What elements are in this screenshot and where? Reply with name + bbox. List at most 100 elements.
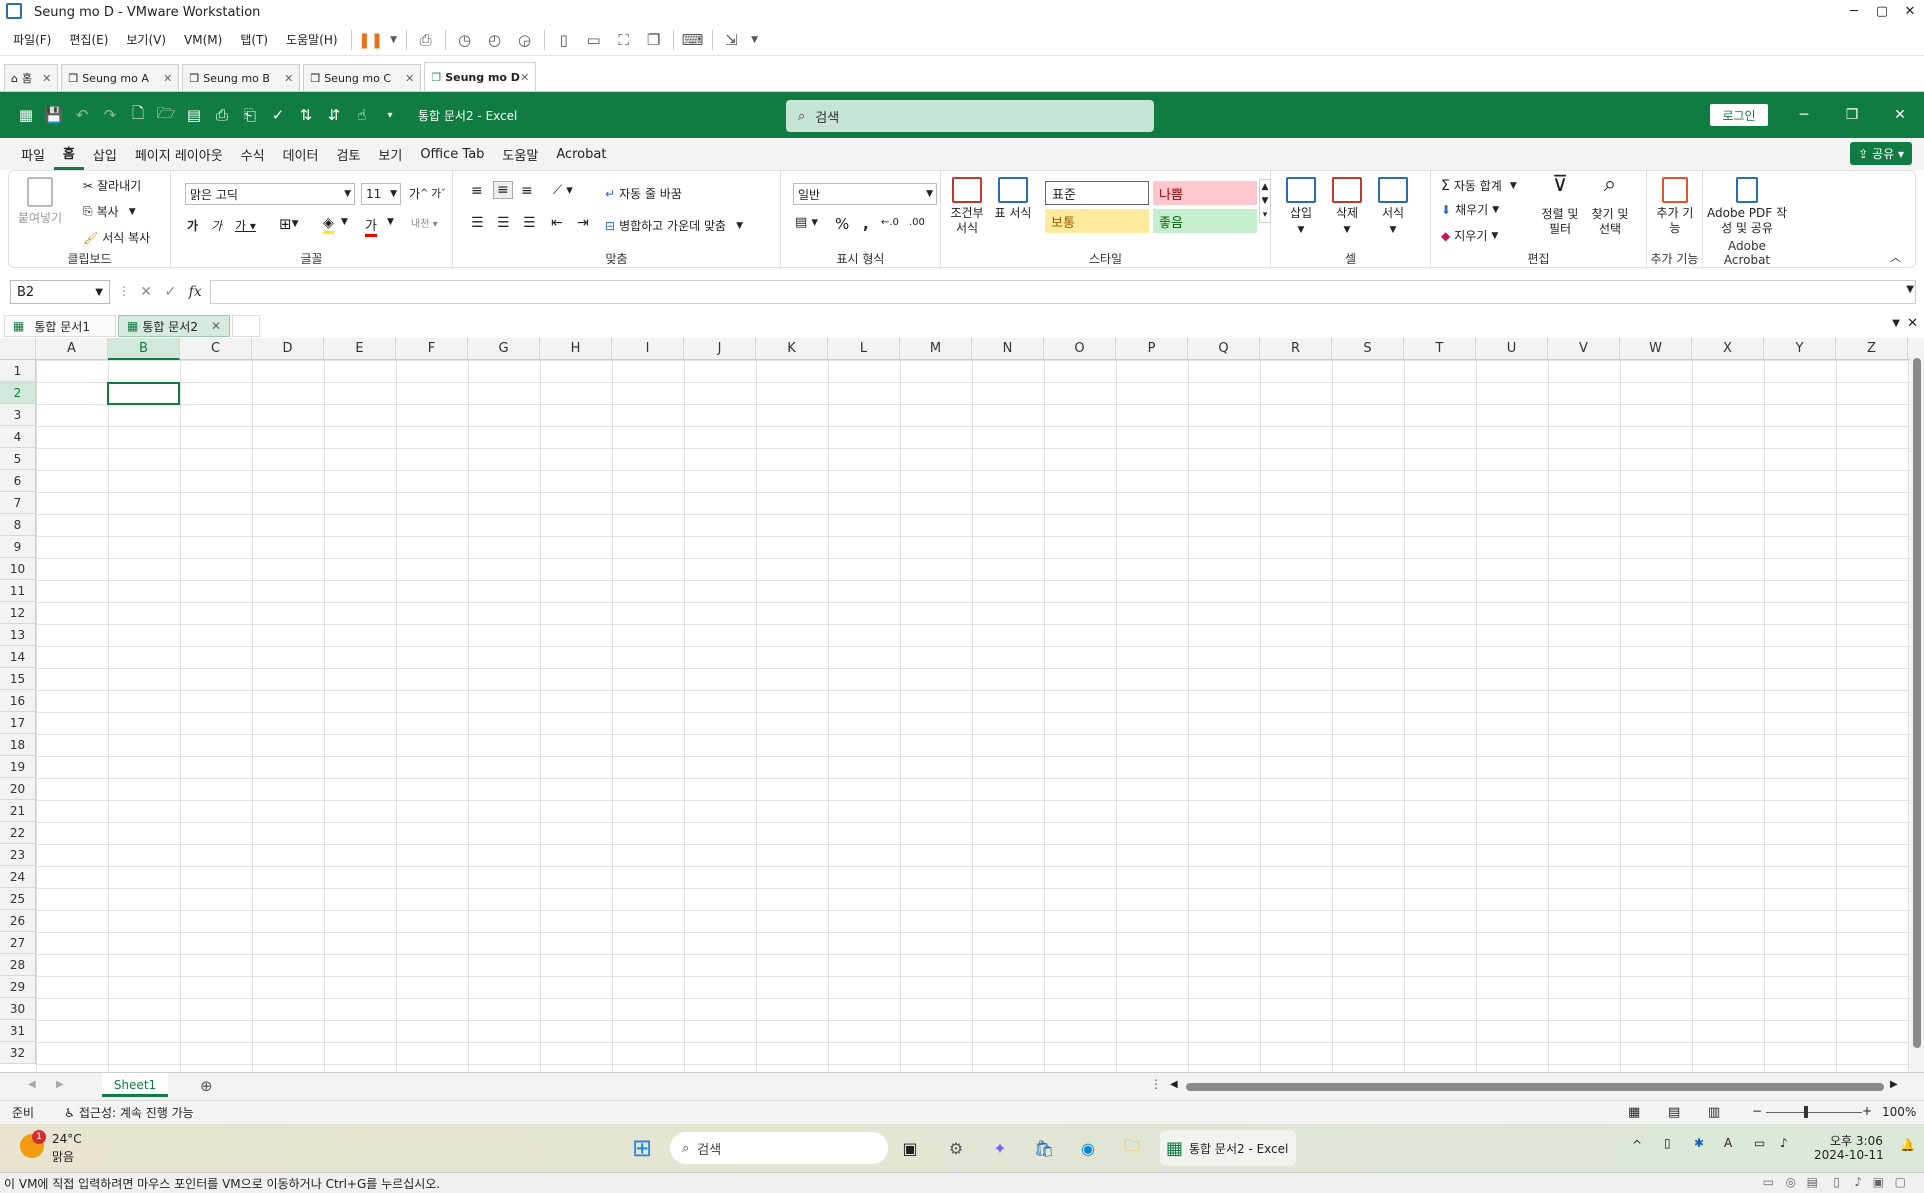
addins-button[interactable]: 추가 기능 xyxy=(1653,177,1697,236)
menu-file[interactable]: 파일(F) xyxy=(4,31,60,48)
row-header[interactable]: 25 xyxy=(0,888,36,910)
column-header[interactable]: X xyxy=(1692,338,1764,360)
spelling-icon[interactable]: ✓ xyxy=(264,106,292,124)
select-all-corner[interactable] xyxy=(0,338,36,360)
scroll-right-icon[interactable]: ▶ xyxy=(1890,1079,1898,1090)
font-color-icon[interactable]: 가 xyxy=(365,215,377,237)
increase-font-icon[interactable]: 가 ^ xyxy=(409,185,428,202)
vm-tab-home[interactable]: ⌂ 홈 ✕ xyxy=(4,64,59,91)
print-icon[interactable]: ⎙ xyxy=(208,106,236,124)
menu-edit[interactable]: 편집(E) xyxy=(60,31,117,48)
vm-tab-seung-mo-a[interactable]: ❐ Seung mo A ✕ xyxy=(61,64,180,91)
chevron-down-icon[interactable]: ▼ xyxy=(387,217,394,227)
column-header[interactable]: I xyxy=(612,338,684,360)
format-as-table-button[interactable]: 표 서식 xyxy=(991,177,1035,221)
clear-button[interactable]: ◆ 지우기 ▼ xyxy=(1441,227,1498,244)
column-header[interactable]: D xyxy=(252,338,324,360)
menu-view[interactable]: 보기(V) xyxy=(117,31,175,48)
column-header[interactable]: Q xyxy=(1188,338,1260,360)
align-middle-icon[interactable]: ≡ xyxy=(493,181,513,199)
hdd-icon[interactable]: ▭ xyxy=(1763,1175,1774,1189)
borders-icon[interactable]: ⊞ ▼ xyxy=(279,215,299,233)
row-header[interactable]: 2 xyxy=(0,382,36,404)
column-header[interactable]: M xyxy=(900,338,972,360)
normal-view-icon[interactable]: ▦ xyxy=(1628,1105,1640,1120)
column-header[interactable]: G xyxy=(468,338,540,360)
customize-toolbar-icon[interactable]: ▾ xyxy=(376,110,404,121)
tab-view[interactable]: 보기 xyxy=(369,138,411,170)
phonetic-icon[interactable]: 내천 ▾ xyxy=(411,215,438,230)
vm-tab-seung-mo-d[interactable]: ❐ Seung mo D ✕ xyxy=(424,62,537,91)
orientation-icon[interactable]: ⟋ ▾ xyxy=(553,183,573,198)
tab-review[interactable]: 검토 xyxy=(327,138,369,170)
close-icon[interactable]: ✕ xyxy=(163,72,172,85)
row-header[interactable]: 31 xyxy=(0,1020,36,1042)
touch-mode-icon[interactable]: ☝ xyxy=(348,106,376,124)
page-layout-view-icon[interactable]: ▤ xyxy=(1668,1105,1680,1120)
tab-acrobat[interactable]: Acrobat xyxy=(547,138,615,170)
zoom-slider-thumb[interactable] xyxy=(1804,1106,1808,1118)
column-header[interactable]: T xyxy=(1404,338,1476,360)
column-header[interactable]: C xyxy=(180,338,252,360)
close-icon[interactable]: ✕ xyxy=(1876,107,1924,123)
vertical-scrollbar[interactable] xyxy=(1910,338,1924,1072)
volume-icon[interactable]: ♪ xyxy=(1780,1136,1788,1150)
snapshot-icon[interactable]: ◷ xyxy=(450,28,480,52)
column-header[interactable]: H xyxy=(540,338,612,360)
excel-search-box[interactable]: ⌕ 검색 xyxy=(786,100,1154,132)
display-icon[interactable]: ▣ xyxy=(1873,1175,1884,1189)
align-bottom-icon[interactable]: ≡ xyxy=(521,183,533,199)
copy-button[interactable]: ⎘ 복사 ▼ xyxy=(83,203,136,220)
row-header[interactable]: 20 xyxy=(0,778,36,800)
library-icon[interactable]: ▯ xyxy=(549,28,579,52)
thumbnail-bar-icon[interactable]: ▭ xyxy=(579,28,609,52)
row-header[interactable]: 13 xyxy=(0,624,36,646)
expand-formula-icon[interactable]: ▼ xyxy=(1906,284,1914,295)
tab-list-icon[interactable]: ▼ xyxy=(1892,318,1900,329)
column-header[interactable]: F xyxy=(396,338,468,360)
revert-snapshot-icon[interactable]: ◴ xyxy=(480,28,510,52)
chevron-down-icon[interactable]: ▼ xyxy=(341,217,348,227)
font-size-select[interactable]: 11 ▼ xyxy=(361,183,401,205)
align-center-icon[interactable]: ☰ xyxy=(497,215,510,231)
styles-gallery-scroll[interactable]: ▲ ▼ ▾ xyxy=(1259,179,1271,223)
sort-descending-icon[interactable]: ⇵ xyxy=(320,106,348,124)
tab-help[interactable]: 도움말 xyxy=(493,138,547,170)
close-icon[interactable]: ✕ xyxy=(1896,0,1924,24)
message-icon[interactable]: ▢ xyxy=(1895,1175,1906,1189)
format-painter-button[interactable]: 🖌 서식 복사 xyxy=(83,229,150,246)
row-header[interactable]: 11 xyxy=(0,580,36,602)
snapshot-manager-icon[interactable]: ◶ xyxy=(510,28,540,52)
row-header[interactable]: 32 xyxy=(0,1042,36,1064)
windows-start-icon[interactable]: ⊞ xyxy=(628,1134,656,1162)
decrease-font-icon[interactable]: 가ˇ xyxy=(431,185,446,201)
column-header[interactable]: Y xyxy=(1764,338,1836,360)
formula-input[interactable] xyxy=(210,280,1916,304)
row-header[interactable]: 30 xyxy=(0,998,36,1020)
row-header[interactable]: 8 xyxy=(0,514,36,536)
column-header[interactable]: P xyxy=(1116,338,1188,360)
send-ctrl-alt-del-icon[interactable]: ⎙ xyxy=(411,28,441,52)
increase-decimal-icon[interactable]: ←.0 xyxy=(881,217,899,228)
cell-area[interactable] xyxy=(36,360,1910,1072)
fill-color-icon[interactable]: ◈ xyxy=(323,215,334,234)
comma-style-icon[interactable]: , xyxy=(863,215,869,233)
new-doc-tab[interactable] xyxy=(232,315,260,337)
paste-button[interactable]: 붙여넣기 xyxy=(15,177,65,226)
align-top-icon[interactable]: ≡ xyxy=(471,183,483,199)
row-header[interactable]: 29 xyxy=(0,976,36,998)
file-explorer-icon[interactable]: 🗀 xyxy=(1118,1134,1146,1162)
style-bad[interactable]: 나쁨 xyxy=(1153,181,1257,205)
restore-icon[interactable]: ❐ xyxy=(1828,107,1876,123)
menu-vm[interactable]: VM(M) xyxy=(175,33,231,47)
share-button[interactable]: ⇪ 공유 ▾ xyxy=(1850,142,1912,165)
store-icon[interactable]: 🛍 xyxy=(1030,1134,1058,1162)
chevron-up-icon[interactable]: ^ xyxy=(1632,1138,1642,1152)
edge-icon[interactable]: ◉ xyxy=(1074,1134,1102,1162)
zoom-out-icon[interactable]: − xyxy=(1752,1104,1762,1118)
add-sheet-icon[interactable]: ⊕ xyxy=(200,1077,213,1095)
percent-icon[interactable]: % xyxy=(835,215,849,233)
style-neutral[interactable]: 보통 xyxy=(1045,209,1149,233)
console-icon[interactable]: ⌨ xyxy=(678,28,708,52)
task-view-icon[interactable]: ▣ xyxy=(896,1134,924,1162)
